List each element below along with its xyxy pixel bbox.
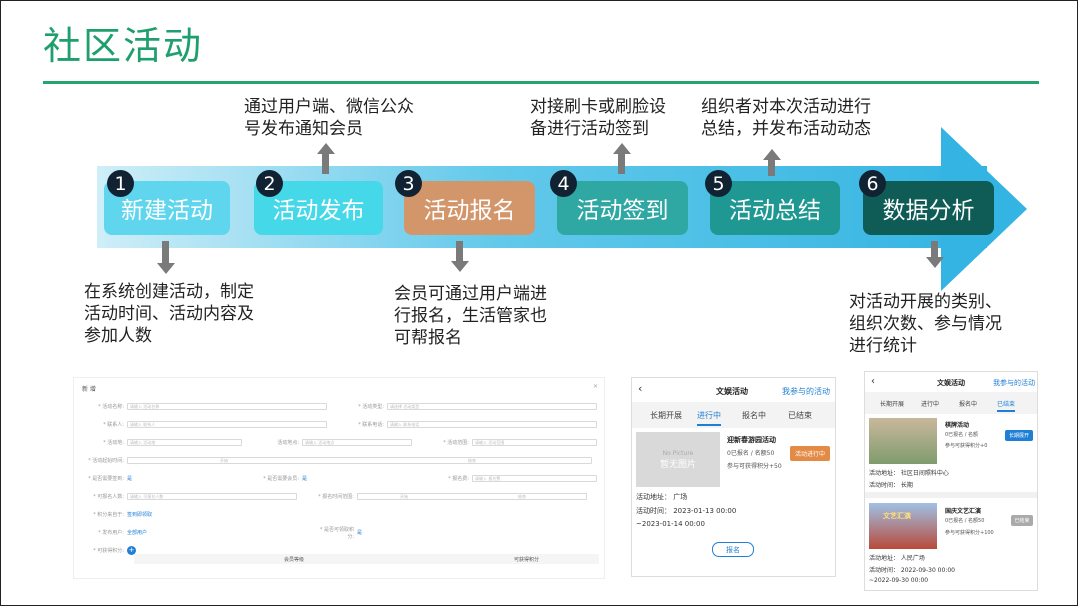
mobile2-header-title: 文娱活动 xyxy=(937,379,965,387)
points-table-header: 会员等级 可获得积分 xyxy=(134,554,599,564)
card2-count: 0已报名 / 名额50 xyxy=(945,518,985,524)
tab-long-term[interactable]: 长期开展 xyxy=(650,410,682,421)
process-band xyxy=(97,166,987,248)
card1-points: 参与可获得积分+0 xyxy=(945,443,988,449)
step-number-4: 4 xyxy=(550,170,577,197)
card-time: 活动时间： 2023-01-13 00:00 xyxy=(636,507,737,515)
card2-address: 活动地址： 人民广场 xyxy=(869,555,925,562)
step-number-2: 2 xyxy=(256,170,283,197)
form-screenshot: 新 增 ✕ * 活动名称: 请输入 活动名称 * 活动类型: 请选择 活动类型 * … xyxy=(73,377,605,579)
my-activities-link[interactable]: 我参与的活动 xyxy=(993,378,1035,388)
card-title: 迎新春游园活动 xyxy=(727,436,776,444)
field-fee: * 报名费: 请输入 报名费 xyxy=(429,474,597,483)
card2-title: 国庆文艺汇演 xyxy=(945,508,982,515)
title-underline xyxy=(43,81,1039,84)
signup-button[interactable]: 报名 xyxy=(712,542,754,557)
my-activities-link[interactable]: 我参与的活动 xyxy=(782,386,830,397)
card1-status-badge: 长期展开 xyxy=(1005,430,1033,441)
step-checkin: 活动签到 xyxy=(557,181,688,235)
card2-image: 文艺汇演 xyxy=(869,503,937,549)
tab-ended[interactable]: 已结束 xyxy=(788,410,812,421)
card2-time: 活动时间： 2022-09-30 00:00 xyxy=(869,567,955,574)
mobile1-header-title: 文娱活动 xyxy=(716,387,748,396)
card-address: 活动地址： 广场 xyxy=(636,493,688,501)
card1-image xyxy=(869,418,937,464)
card2-points: 参与可获得积分+100 xyxy=(945,530,994,536)
card2-time-end: ~2022-09-30 00:00 xyxy=(869,577,929,584)
tab-in-progress[interactable]: 进行中 xyxy=(921,399,939,408)
step2-description: 通过用户端、微信公众 号发布通知会员 xyxy=(244,97,414,139)
field-activity-name: * 活动名称: 请输入 活动名称 xyxy=(84,402,327,411)
tab-signing-up[interactable]: 报名中 xyxy=(742,410,766,421)
step4-description: 对接刷卡或刷脸设 备进行活动签到 xyxy=(530,97,666,139)
field-earn-points: * 可获得积分: + xyxy=(93,546,136,555)
card-points: 参与可获得积分+50 xyxy=(727,463,782,470)
status-badge: 活动进行中 xyxy=(790,446,830,461)
mobile-screenshot-1: ‹ 文娱活动 我参与的活动 长期开展 进行中 报名中 已结束 No Pictur… xyxy=(631,377,836,577)
field-location: 活动地点: 请输入 活动地点 xyxy=(259,438,412,447)
field-capacity: * 可报名人数: 请输入 可报名人数 xyxy=(84,492,297,501)
field-range: * 活动范围: 请输入 活动范围 xyxy=(429,438,597,447)
card-count: 0已报名 / 名额50 xyxy=(727,450,775,457)
tab-ended[interactable]: 已结束 xyxy=(997,399,1016,412)
step-number-6: 6 xyxy=(859,170,886,197)
field-contact: * 联系人: 请输入 联系人 xyxy=(84,420,327,429)
step3-description: 会员可通过用户端进 行报名，生活管家也 可帮报名 xyxy=(394,284,547,348)
step6-description: 对活动开展的类别、 组织次数、参与情况 进行统计 xyxy=(849,292,1002,356)
step-number-3: 3 xyxy=(395,170,422,197)
field-need-member: * 是否需要会员: 是 xyxy=(263,476,308,482)
field-publish-user: * 发布用户: 全部用户 xyxy=(98,530,148,536)
tab-in-progress[interactable]: 进行中 xyxy=(697,410,721,426)
step-number-5: 5 xyxy=(705,170,732,197)
close-icon[interactable]: ✕ xyxy=(593,383,598,390)
card-divider xyxy=(865,492,1037,498)
slide: 社区活动 新建活动 1 活动发布 2 活动报名 3 活动签到 4 活动总结 5 … xyxy=(0,0,1078,606)
step5-description: 组织者对本次活动进行 总结，并发布活动动态 xyxy=(701,97,871,139)
step-number-1: 1 xyxy=(107,170,134,197)
field-venue: * 活动地: 请输入 活动地 xyxy=(84,438,242,447)
tab-signing-up[interactable]: 报名中 xyxy=(959,399,977,408)
back-icon[interactable]: ‹ xyxy=(638,382,642,395)
field-need-checkin: * 是否需要签到: 是 xyxy=(88,476,133,482)
field-signup-range: * 报名时间范围: 开始 结束 xyxy=(314,492,587,501)
page-title: 社区活动 xyxy=(43,24,204,68)
form-title: 新 增 xyxy=(82,386,96,393)
step-signup: 活动报名 xyxy=(404,181,535,235)
field-phone: * 联系电话: 请输入 联系电话 xyxy=(344,420,597,429)
back-icon[interactable]: ‹ xyxy=(871,376,875,387)
card1-count: 0已报名 / 名额 xyxy=(945,432,979,438)
card1-title: 棋牌活动 xyxy=(945,422,970,429)
field-activity-type: * 活动类型: 请选择 活动类型 xyxy=(344,402,597,411)
step1-description: 在系统创建活动，制定 活动时间、活动内容及 参加人数 xyxy=(84,282,254,346)
card-time-end: ~2023-01-14 00:00 xyxy=(636,520,705,528)
field-can-earn-points: * 是否可领取积分: 是 xyxy=(319,526,363,540)
card1-address: 活动地址： 社区日间照料中心 xyxy=(869,470,949,477)
card1-time: 活动时间： 长期 xyxy=(869,482,913,489)
mobile-screenshot-2: ‹ 文娱活动 我参与的活动 长期开展 进行中 报名中 已结束 棋牌活动 0已报名… xyxy=(864,371,1038,591)
tab-long-term[interactable]: 长期开展 xyxy=(880,399,904,408)
field-points-source: * 积分来自于: 签到即领取 xyxy=(93,512,153,518)
no-picture-placeholder: No Picture 暂无图片 xyxy=(636,432,720,487)
card2-status-badge: 已结束 xyxy=(1011,515,1033,526)
field-start-time: * 活动起始时间: 开始 结束 xyxy=(84,456,592,465)
